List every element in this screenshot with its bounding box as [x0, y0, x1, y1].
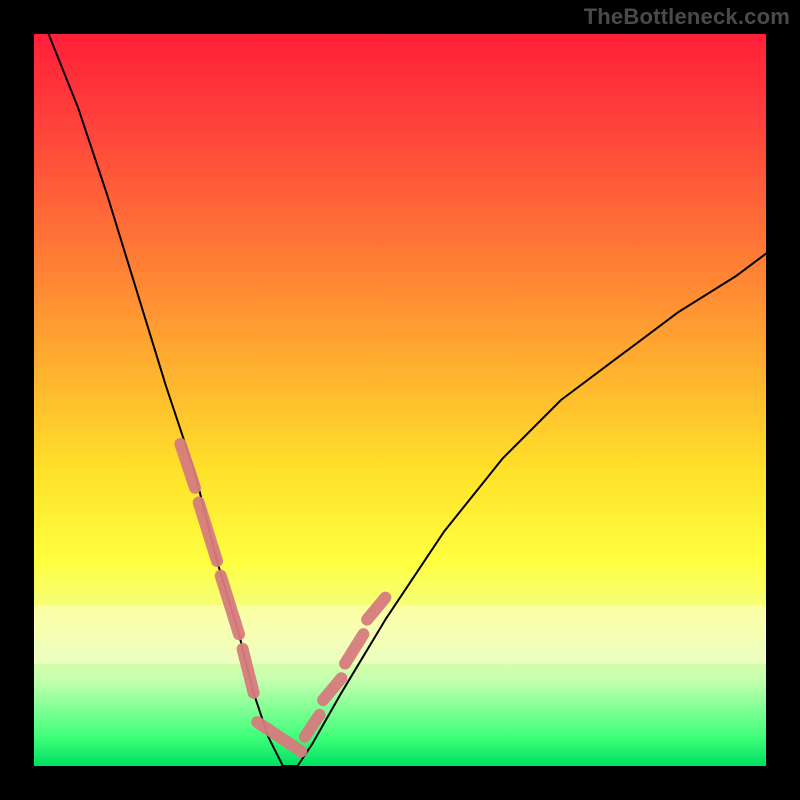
marker-right-dash-4	[367, 598, 385, 620]
curve-svg	[34, 34, 766, 766]
marker-left-dash-2	[199, 503, 217, 562]
marker-valley	[257, 722, 301, 751]
plot-area	[34, 34, 766, 766]
watermark-text: TheBottleneck.com	[584, 4, 790, 30]
marker-left-dash-4	[243, 649, 254, 693]
bottleneck-curve	[49, 34, 766, 766]
marker-left-dash-1	[180, 444, 195, 488]
chart-frame: TheBottleneck.com	[0, 0, 800, 800]
marker-segments	[180, 444, 385, 752]
marker-left-dash-3	[221, 576, 239, 635]
